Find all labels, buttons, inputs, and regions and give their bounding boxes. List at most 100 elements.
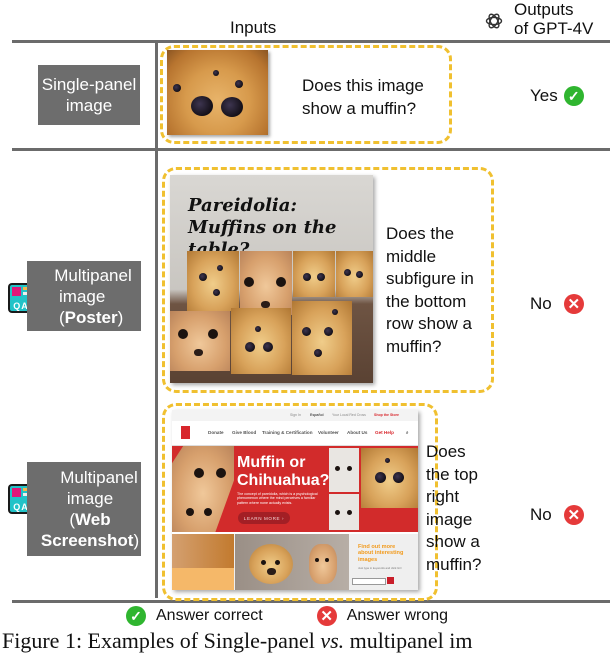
poster-tile-muffin <box>336 251 373 297</box>
x-icon: ✕ <box>563 505 584 525</box>
question-line: muffin? <box>426 554 482 574</box>
web-dog-muffin-image <box>235 534 349 590</box>
question-text: Does the middle subfigure in the bottom … <box>386 223 474 358</box>
answer-output: Yes ✓ <box>530 86 584 106</box>
web-lower-section: Find out more about interesting images J… <box>172 534 418 590</box>
blueberry <box>221 97 243 117</box>
web-promo-line: images <box>358 556 378 563</box>
poster-tile-muffin-middle <box>231 308 291 374</box>
answer-output: No ✕ <box>530 294 584 314</box>
web-hero-title: Muffin or Chihuahua? <box>237 454 329 490</box>
question-line: the bottom <box>386 291 467 311</box>
blueberry <box>173 84 181 92</box>
answer-text: Yes <box>530 86 558 105</box>
outputs-header: Outputs of GPT-4V <box>514 0 593 38</box>
x-icon: ✕ <box>316 606 337 626</box>
web-search-input <box>352 578 386 585</box>
web-hero-muffin-top-right <box>361 448 418 508</box>
web-hero-title-line2: Chihuahua? <box>237 472 330 489</box>
row-label-bold: Screenshot <box>40 531 134 550</box>
muffin-image <box>167 50 268 135</box>
row-label-single-panel: Single-panel image <box>38 65 140 125</box>
web-promo-heading: Find out more about interesting images <box>358 544 403 563</box>
answer-text: No <box>530 505 552 524</box>
question-line: the top <box>426 464 478 484</box>
caption-suffix: multipanel im <box>344 628 473 653</box>
answer-text: No <box>530 294 552 313</box>
caption-vs: vs. <box>320 628 345 653</box>
poster-tile-muffin <box>292 301 352 375</box>
web-hero-chihuahua-small <box>329 448 359 492</box>
answer-output: No ✕ <box>530 505 584 525</box>
poster-image: Pareidolia: Muffins on the table? <box>170 175 373 383</box>
question-line: show a <box>426 532 480 551</box>
question-text: Does the top right image show a muffin? <box>426 441 481 576</box>
poster-tile-muffin <box>187 251 239 311</box>
web-poodle-image <box>172 534 234 568</box>
legend-correct-label: Answer correct <box>156 607 263 624</box>
question-line: muffin? <box>386 336 442 356</box>
web-nav-item: Give Blood <box>232 430 257 435</box>
web-topbar-link: Shop the Store <box>374 413 399 417</box>
web-logo-icon <box>181 426 190 439</box>
outputs-header-line2: of GPT-4V <box>514 19 594 38</box>
web-nav-item: Get Help <box>375 430 394 435</box>
legend-wrong-label: Answer wrong <box>346 607 449 624</box>
web-pattern <box>172 568 234 590</box>
question-line: middle <box>386 246 437 266</box>
web-topbar-link: Español <box>310 413 324 417</box>
poster-tile-muffin <box>293 251 335 297</box>
web-hero-chihuahua <box>172 446 234 532</box>
row-label-web-screenshot: Multipanel image (Web Screenshot) <box>27 462 141 556</box>
web-hero-chihuahua-small <box>329 494 359 530</box>
poster-tile-chihuahua <box>240 251 292 315</box>
row-label-line1: Single-panel <box>41 75 137 94</box>
web-go-button <box>387 577 394 584</box>
question-line: show a muffin? <box>302 98 417 118</box>
paren: ) <box>133 531 140 550</box>
web-nav-item: Volunteer <box>318 430 339 435</box>
x-icon: ✕ <box>563 294 584 314</box>
caption-prefix: Figure 1: Examples of Single-panel <box>2 628 321 653</box>
question-line: right <box>426 487 460 506</box>
header-divider <box>12 40 610 43</box>
question-line: subfigure in <box>386 269 474 288</box>
openai-logo-icon <box>485 13 503 29</box>
web-topbar-link: Your Local Red Cross <box>332 413 366 417</box>
row-label-poster: Multipanel image (Poster) <box>27 261 141 331</box>
web-nav-item: About Us <box>347 430 368 435</box>
row-label-line2: image <box>66 489 114 508</box>
row-label-line1: Multipanel <box>60 468 138 487</box>
row-label-bold: Web <box>75 510 111 529</box>
question-line: image <box>426 509 473 529</box>
question-text: Does this image show a muffin? <box>302 75 424 120</box>
web-hero: Muffin or Chihuahua? The concept of pare… <box>172 446 418 532</box>
question-line: Does <box>426 442 466 461</box>
question-line: row show a <box>386 314 472 333</box>
row-label-line1: Multipanel <box>54 265 132 285</box>
question-line: Does this image <box>302 76 424 95</box>
poster-tile-chihuahua <box>170 311 230 371</box>
web-promo-subtext: Just type in keywords and click GO <box>358 566 402 570</box>
web-promo-line: about interesting <box>358 550 404 557</box>
check-icon: ✓ <box>563 86 584 106</box>
web-topbar-link: Sign In <box>290 413 301 417</box>
web-hero-title-line1: Muffin or <box>237 454 306 471</box>
column-divider <box>155 42 158 598</box>
blueberry <box>213 70 219 76</box>
row-divider-1 <box>12 148 610 151</box>
blueberry <box>235 80 243 88</box>
figure-caption: Figure 1: Examples of Single-panel vs. m… <box>2 628 472 654</box>
web-learn-more-button: LEARN MORE › <box>238 512 290 524</box>
row-label-line4: Screenshot) <box>39 530 141 551</box>
row-label-line2: image <box>65 96 113 115</box>
outputs-header-line1: Outputs <box>514 0 574 19</box>
inputs-header: Inputs <box>230 18 277 37</box>
web-screenshot-image: Sign In Español Your Local Red Cross Sho… <box>172 410 418 590</box>
web-search-icon: ⌕ <box>406 430 409 435</box>
web-nav-item: Training & Certification <box>262 430 313 435</box>
web-nav-item: Donate <box>208 430 224 435</box>
legend: ✓ Answer correct ✕ Answer wrong <box>126 606 448 626</box>
row-label-bold: Poster <box>64 307 118 327</box>
blueberry <box>191 96 213 116</box>
